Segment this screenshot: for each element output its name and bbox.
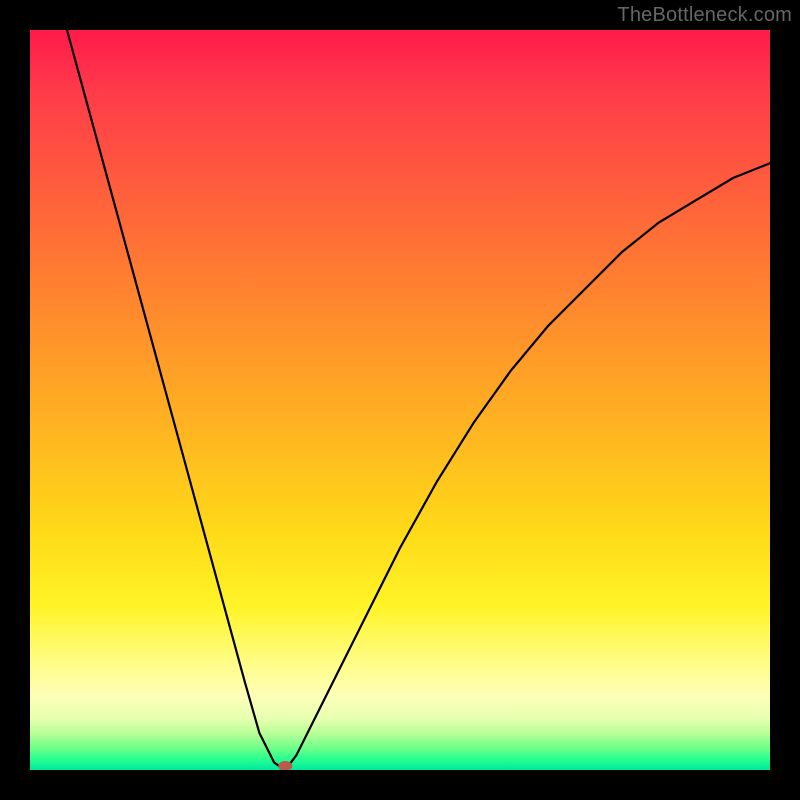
chart-frame: TheBottleneck.com [0, 0, 800, 800]
curve-layer [30, 30, 770, 770]
plot-area [30, 30, 770, 770]
bottleneck-curve [67, 30, 770, 770]
watermark-text: TheBottleneck.com [617, 4, 792, 27]
